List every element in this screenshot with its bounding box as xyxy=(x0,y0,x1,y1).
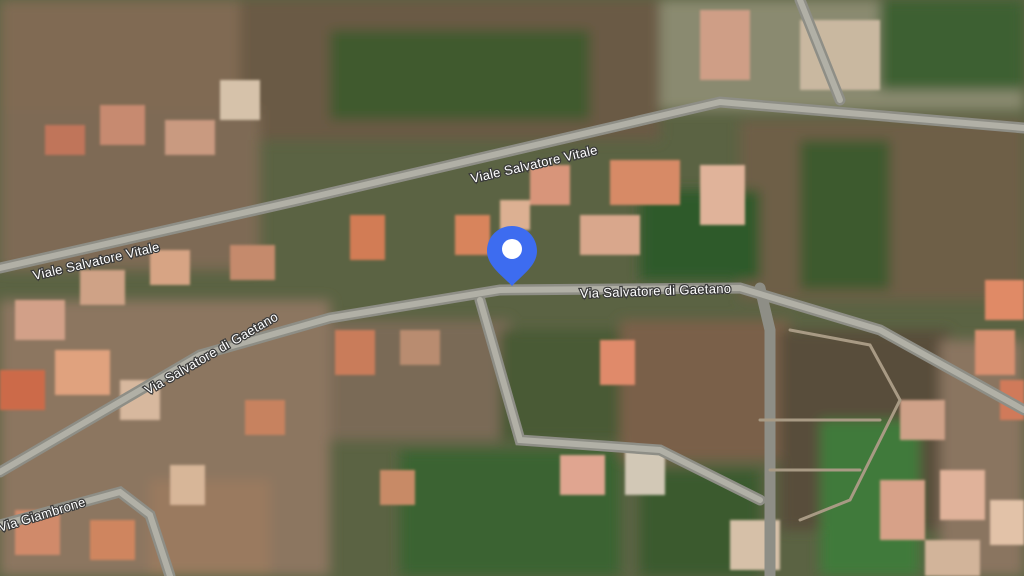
location-pin[interactable] xyxy=(485,224,539,288)
map-pin-icon xyxy=(487,226,537,286)
